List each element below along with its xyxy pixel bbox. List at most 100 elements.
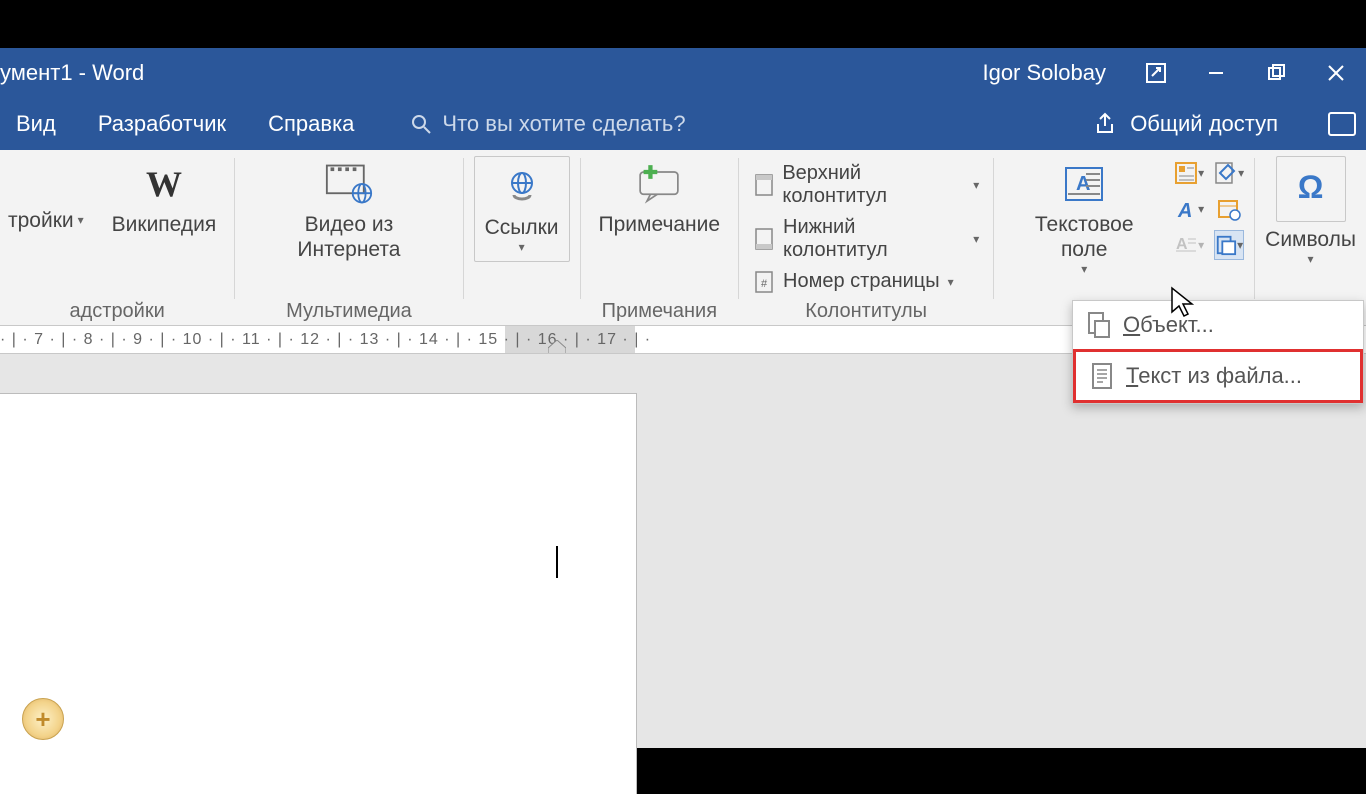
signature-line-button[interactable]: ▾	[1214, 158, 1244, 188]
group-comments: Примечание Примечания	[581, 150, 739, 325]
group-comments-label: Примечания	[581, 300, 739, 323]
ribbon-tabs: Вид Разработчик Справка Что вы хотите сд…	[0, 98, 1366, 150]
date-time-button[interactable]	[1214, 194, 1244, 224]
links-icon	[498, 163, 546, 211]
signature-icon	[1214, 161, 1238, 185]
online-video-button[interactable]: Видео из Интернета	[245, 156, 452, 266]
chevron-down-icon: ▾	[1308, 252, 1314, 266]
text-from-file-icon	[1090, 362, 1114, 390]
tab-view[interactable]: Вид	[10, 107, 62, 141]
object-icon	[1215, 233, 1237, 257]
text-tools-grid: ▾ ▾ A▾ A▾ ▾	[1174, 156, 1244, 260]
wikipedia-button[interactable]: W Википедия	[104, 156, 225, 241]
chevron-down-icon: ▾	[519, 240, 525, 254]
close-icon	[1326, 63, 1346, 83]
symbols-label: Символы	[1265, 228, 1356, 252]
right-indent-marker[interactable]	[548, 340, 566, 354]
minimize-icon	[1206, 63, 1226, 83]
group-media: Видео из Интернета Мультимедиа	[235, 150, 462, 325]
online-video-icon	[325, 160, 373, 208]
comment-icon	[635, 160, 683, 208]
minimize-button[interactable]	[1186, 48, 1246, 98]
header-button[interactable]: Верхний колонтитул ▾	[749, 160, 983, 210]
video-add-badge[interactable]: +	[22, 698, 64, 740]
footer-label: Нижний колонтитул	[783, 216, 965, 262]
group-addins-label: адстройки	[0, 300, 234, 323]
my-addins-label: тройки	[8, 208, 74, 233]
tab-developer[interactable]: Разработчик	[92, 107, 232, 141]
group-header-footer: Верхний колонтитул ▾ Нижний колонтитул ▾…	[739, 150, 993, 325]
wordart-button[interactable]: A▾	[1174, 194, 1204, 224]
user-name: Igor Solobay	[144, 60, 1126, 86]
menu-item-text-from-file[interactable]: Текст из файла...	[1073, 349, 1363, 403]
chevron-down-icon: ▾	[973, 232, 979, 246]
group-text: A Текстовое поле ▾ ▾ ▾ A▾ A▾ ▾ Текс	[994, 150, 1254, 325]
chevron-down-icon: ▾	[1081, 262, 1087, 276]
wordart-icon: A	[1174, 197, 1198, 221]
symbols-button[interactable]: Ω	[1276, 156, 1346, 222]
tell-me-placeholder: Что вы хотите сделать?	[442, 111, 685, 137]
document-page[interactable]	[0, 394, 636, 794]
chevron-down-icon: ▾	[973, 178, 979, 192]
quick-parts-button[interactable]: ▾	[1174, 158, 1204, 188]
share-button[interactable]: Общий доступ	[1094, 111, 1278, 137]
text-box-button[interactable]: A Текстовое поле ▾	[1004, 156, 1164, 281]
close-button[interactable]	[1306, 48, 1366, 98]
document-title: умент1 - Word	[0, 60, 144, 86]
header-icon	[753, 174, 774, 196]
object-menu-icon	[1087, 311, 1111, 339]
mouse-cursor-icon	[1170, 286, 1196, 318]
share-icon	[1094, 112, 1120, 136]
comments-pane-icon[interactable]	[1328, 112, 1356, 136]
links-button[interactable]: Ссылки ▾	[474, 156, 570, 262]
object-dropdown-menu: Объект... Текст из файла...	[1072, 300, 1364, 404]
maximize-icon	[1266, 63, 1286, 83]
text-box-label: Текстовое поле	[1012, 212, 1156, 262]
links-label: Ссылки	[485, 215, 559, 240]
svg-text:A: A	[1176, 236, 1188, 253]
online-video-label: Видео из Интернета	[253, 212, 444, 262]
share-label: Общий доступ	[1130, 111, 1278, 137]
svg-text:#: #	[761, 278, 768, 290]
group-symbols: Ω Символы ▾	[1255, 150, 1366, 325]
title-bar: умент1 - Word Igor Solobay	[0, 48, 1366, 98]
omega-icon: Ω	[1287, 163, 1335, 211]
chevron-down-icon: ▾	[948, 275, 954, 289]
maximize-button[interactable]	[1246, 48, 1306, 98]
menu-item-text-from-file-label: Текст из файла...	[1126, 363, 1302, 389]
text-box-icon: A	[1060, 160, 1108, 208]
group-header-footer-label: Колонтитулы	[739, 300, 993, 323]
footer-button[interactable]: Нижний колонтитул ▾	[749, 214, 983, 264]
letterbox-top	[0, 0, 1366, 48]
ribbon-options-icon	[1145, 62, 1167, 84]
page-number-label: Номер страницы	[783, 270, 940, 293]
footer-icon	[753, 228, 775, 250]
object-button[interactable]: ▾	[1214, 230, 1244, 260]
page-number-icon: #	[753, 271, 775, 293]
window-controls	[1126, 48, 1366, 98]
group-media-label: Мультимедиа	[235, 300, 462, 323]
svg-text:A: A	[1076, 173, 1090, 195]
group-addins: тройки ▾ W Википедия адстройки	[0, 150, 234, 325]
quick-parts-icon	[1174, 161, 1198, 185]
page-number-button[interactable]: # Номер страницы ▾	[749, 268, 958, 295]
chevron-down-icon: ▾	[78, 213, 84, 227]
drop-cap-button[interactable]: A▾	[1174, 230, 1204, 260]
ribbon-display-options-button[interactable]	[1126, 48, 1186, 98]
tell-me-search[interactable]: Что вы хотите сделать?	[410, 111, 685, 137]
search-icon	[410, 113, 432, 135]
header-label: Верхний колонтитул	[782, 162, 965, 208]
text-cursor	[556, 546, 558, 578]
my-addins-button[interactable]: тройки ▾	[0, 156, 92, 237]
menu-item-object-label: Объект...	[1123, 312, 1214, 338]
svg-text:A: A	[1177, 200, 1192, 221]
drop-cap-icon: A	[1174, 233, 1198, 257]
date-time-icon	[1217, 197, 1241, 221]
new-comment-button[interactable]: Примечание	[591, 156, 729, 241]
document-canvas	[0, 354, 1366, 748]
wikipedia-label: Википедия	[112, 212, 217, 237]
tab-help[interactable]: Справка	[262, 107, 360, 141]
menu-item-object[interactable]: Объект...	[1073, 301, 1363, 349]
new-comment-label: Примечание	[599, 212, 721, 237]
plus-icon: +	[35, 704, 50, 735]
